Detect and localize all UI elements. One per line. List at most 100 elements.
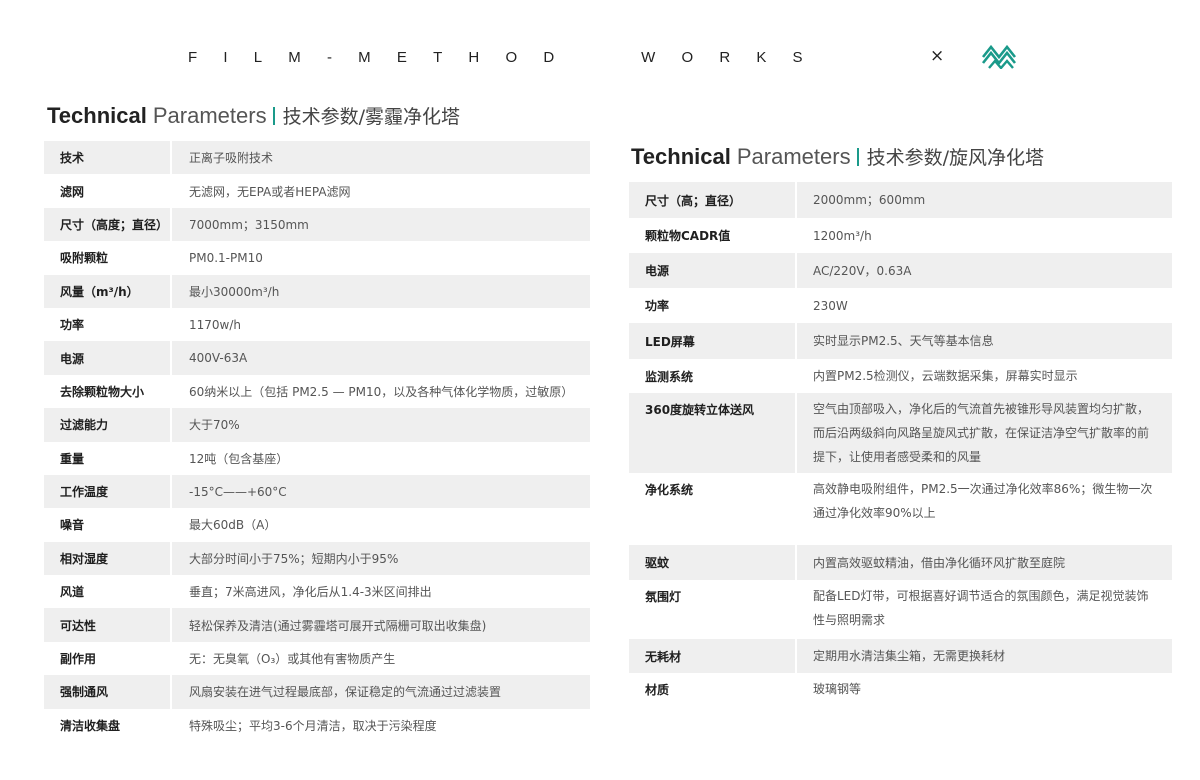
- param-value: 空气由顶部吸入，净化后的气流首先被锥形导风装置均匀扩散，而后沿两级斜向风路呈旋风…: [813, 402, 1150, 464]
- param-key: 无耗材: [629, 639, 797, 673]
- param-value: 内置PM2.5检测仪，云端数据采集，屏幕实时显示: [813, 369, 1078, 383]
- table-row: 滤网 无滤网，无EPA或者HEPA滤网: [44, 174, 590, 208]
- table-row: LED屏幕 实时显示PM2.5、天气等基本信息: [629, 323, 1172, 359]
- table-row: 过滤能力 大于70%: [44, 408, 590, 442]
- param-value: 大部分时间小于75%；短期内小于95%: [189, 551, 399, 566]
- brand-header: FILM-METHOD WORKS ×: [188, 44, 1028, 70]
- param-value: 定期用水清洁集尘箱，无需更换耗材: [813, 649, 1006, 663]
- param-key: 吸附颗粒: [44, 241, 172, 275]
- param-key: 尺寸（高；直径）: [629, 182, 797, 218]
- param-key: 噪音: [44, 508, 172, 542]
- table-row: 相对湿度 大部分时间小于75%；短期内小于95%: [44, 541, 590, 576]
- table-row: 氛围灯 配备LED灯带，可根据喜好调节适合的氛围颜色，满足视觉装饰性与照明需求: [629, 580, 1172, 639]
- param-value: 高效静电吸附组件，PM2.5一次通过净化效率86%；微生物一次通过净化效率90%…: [813, 482, 1153, 520]
- param-key: 氛围灯: [629, 580, 797, 639]
- table-row: 去除颗粒物大小 60纳米以上（包括 PM2.5 — PM10，以及各种气体化学物质…: [44, 374, 590, 409]
- param-value: 2000mm；600mm: [813, 193, 926, 207]
- mountain-zigzag-logo-icon: [981, 44, 1017, 69]
- table-row: 功率 230W: [629, 288, 1172, 323]
- param-value: AC/220V，0.63A: [813, 263, 912, 278]
- table-row: 重量 12吨（包含基座）: [44, 441, 590, 475]
- param-value: 最大60dB（A）: [189, 518, 277, 533]
- param-key: 可达性: [44, 608, 172, 642]
- param-value: 玻璃钢等: [813, 682, 862, 696]
- param-value: 400V-63A: [189, 351, 248, 366]
- table-row: 360度旋转立体送风 空气由顶部吸入，净化后的气流首先被锥形导风装置均匀扩散，而后…: [629, 393, 1172, 473]
- right-title-cn: 技术参数/旋风净化塔: [866, 147, 1044, 169]
- param-value: 1200m³/h: [813, 228, 872, 243]
- param-value: 12吨（包含基座）: [189, 451, 289, 466]
- table-row: 吸附颗粒 PM0.1-PM10: [44, 241, 590, 275]
- brand-separator: ×: [930, 46, 945, 66]
- param-value: 无滤网，无EPA或者HEPA滤网: [189, 184, 351, 199]
- param-key: 尺寸（高度；直径）: [44, 207, 172, 242]
- param-key: 功率: [44, 307, 172, 342]
- title-divider: [272, 106, 275, 125]
- left-title-light: Parameters: [152, 103, 267, 128]
- param-key: 风量（m³/h）: [44, 274, 172, 308]
- param-value: 正离子吸附技术: [189, 151, 274, 166]
- table-row: 噪音 最大60dB（A）: [44, 508, 590, 542]
- param-value: PM0.1-PM10: [189, 250, 263, 265]
- param-key: 电源: [44, 341, 172, 375]
- param-value: 轻松保养及清洁(通过雾霾塔可展开式隔栅可取出收集盘): [189, 618, 487, 633]
- param-value: 60纳米以上（包括 PM2.5 — PM10，以及各种气体化学物质，过敏原）: [189, 384, 574, 399]
- table-row: 颗粒物CADR值 1200m³/h: [629, 218, 1172, 253]
- title-divider: [856, 147, 859, 166]
- table-row: 尺寸（高度；直径） 7000mm；3150mm: [44, 207, 590, 242]
- param-value: 无：无臭氧（O₃）或其他有害物质产生: [189, 652, 396, 667]
- table-row: 工作温度 -15°C——+60°C: [44, 474, 590, 509]
- param-key: 去除颗粒物大小: [44, 374, 172, 409]
- param-key: 技术: [44, 141, 172, 175]
- param-value: 1170w/h: [189, 317, 242, 332]
- param-value: 垂直；7米高进风，净化后从1.4-3米区间排出: [189, 585, 432, 600]
- param-value: 内置高效驱蚊精油，借由净化循环风扩散至庭院: [813, 555, 1066, 570]
- right-title-light: Parameters: [736, 144, 851, 169]
- left-title-cn: 技术参数/雾霾净化塔: [282, 106, 460, 128]
- param-value: 实时显示PM2.5、天气等基本信息: [813, 334, 994, 348]
- param-key: 副作用: [44, 641, 172, 676]
- right-section-title: Technical Parameters 技术参数/旋风净化塔: [631, 143, 1044, 170]
- table-row: 电源 AC/220V，0.63A: [629, 253, 1172, 288]
- table-row: 无耗材 定期用水清洁集尘箱，无需更换耗材: [629, 639, 1172, 673]
- table-row: 副作用 无：无臭氧（O₃）或其他有害物质产生: [44, 641, 590, 676]
- brand-name: FILM-METHOD WORKS: [188, 48, 829, 66]
- param-key: 功率: [629, 288, 797, 323]
- table-row: 风量（m³/h） 最小30000m³/h: [44, 274, 590, 308]
- left-title-bold: Technical: [47, 103, 147, 128]
- table-row: 功率 1170w/h: [44, 307, 590, 342]
- param-key: 材质: [629, 673, 797, 717]
- param-key: 360度旋转立体送风: [629, 393, 797, 473]
- left-section-title: Technical Parameters 技术参数/雾霾净化塔: [47, 102, 460, 129]
- right-parameter-table: 尺寸（高；直径） 2000mm；600mm 颗粒物CADR值 1200m³/h 电源 AC…: [629, 182, 1172, 717]
- param-key: 电源: [629, 253, 797, 288]
- param-key: 相对湿度: [44, 541, 172, 576]
- table-row: 风道 垂直；7米高进风，净化后从1.4-3米区间排出: [44, 575, 590, 609]
- table-row: 驱蚊 内置高效驱蚊精油，借由净化循环风扩散至庭院: [629, 545, 1172, 580]
- param-value: 最小30000m³/h: [189, 284, 280, 299]
- table-row: 可达性 轻松保养及清洁(通过雾霾塔可展开式隔栅可取出收集盘): [44, 608, 590, 642]
- param-key: 驱蚊: [629, 545, 797, 580]
- param-key: 净化系统: [629, 473, 797, 545]
- right-title-bold: Technical: [631, 144, 731, 169]
- param-value: -15°C——+60°C: [189, 484, 287, 499]
- param-value: 230W: [813, 298, 848, 313]
- param-value: 配备LED灯带，可根据喜好调节适合的氛围颜色，满足视觉装饰性与照明需求: [813, 589, 1149, 627]
- param-key: 监测系统: [629, 359, 797, 393]
- param-key: 风道: [44, 575, 172, 609]
- param-key: 重量: [44, 441, 172, 475]
- param-value: 7000mm；3150mm: [189, 217, 309, 232]
- table-row: 监测系统 内置PM2.5检测仪，云端数据采集，屏幕实时显示: [629, 359, 1172, 393]
- param-value: 特殊吸尘；平均3-6个月清洁，取决于污染程度: [189, 718, 437, 733]
- param-key: 工作温度: [44, 474, 172, 509]
- table-row: 强制通风 风扇安装在进气过程最底部，保证稳定的气流通过过滤装置: [44, 675, 590, 709]
- param-value: 大于70%: [189, 418, 240, 433]
- param-key: 清洁收集盘: [44, 708, 172, 743]
- param-key: 强制通风: [44, 675, 172, 709]
- table-row: 材质 玻璃钢等: [629, 673, 1172, 717]
- param-key: 滤网: [44, 174, 172, 208]
- table-row: 电源 400V-63A: [44, 341, 590, 375]
- param-key: 颗粒物CADR值: [629, 218, 797, 253]
- table-row: 技术 正离子吸附技术: [44, 141, 590, 175]
- param-key: LED屏幕: [629, 323, 797, 359]
